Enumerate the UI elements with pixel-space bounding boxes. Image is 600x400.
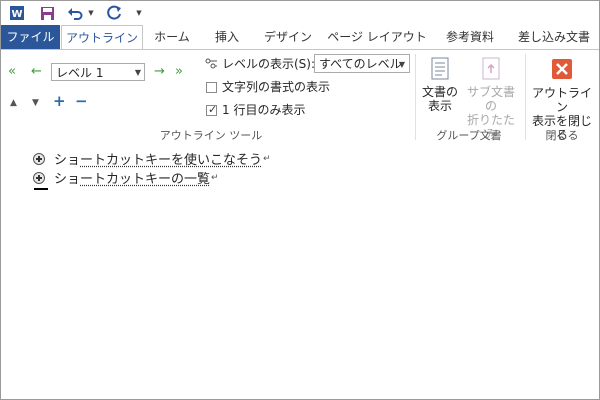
show-document-label-2: 表示 — [427, 99, 452, 113]
show-level-icon — [205, 58, 217, 68]
show-level-row: レベルの表示(S): — [205, 56, 315, 72]
tab-mailings[interactable]: 差し込み文書 — [511, 25, 597, 49]
collapse-subdocuments-icon — [482, 57, 500, 80]
outline-level-value: レベル 1 — [56, 66, 104, 80]
chevron-down-icon: ▼ — [134, 68, 141, 77]
word-app-icon[interactable]: W — [9, 4, 25, 22]
close-icon — [552, 59, 572, 79]
paragraph-mark: ↵ — [211, 172, 219, 183]
show-document-label-1: 文書の — [421, 85, 458, 99]
end-of-document-marker — [34, 188, 48, 190]
close-label-1: アウトライン — [531, 86, 592, 114]
show-formatting-label: 文字列の書式の表示 — [222, 80, 331, 94]
move-up-icon[interactable]: ▲ — [10, 96, 17, 110]
tab-design[interactable]: デザイン — [257, 25, 319, 49]
group-divider — [525, 54, 526, 140]
tab-insert[interactable]: 挿入 — [205, 25, 249, 49]
undo-icon[interactable] — [67, 4, 83, 22]
checkbox-checked[interactable]: ✓ — [206, 102, 218, 116]
svg-text:W: W — [11, 9, 22, 20]
ribbon: « ← レベル 1 ▼ → » ▲ ▼ + − レベルの表示(S): すべてのレ… — [1, 49, 599, 146]
chevron-down-icon: ▼ — [398, 60, 405, 69]
group-label-master-document: グループ文書 — [436, 129, 502, 142]
group-label-outline-tools: アウトライン ツール — [159, 129, 263, 142]
document-area[interactable]: ショ ートカットキーを使いこなそう ↵ ショ ートカットキーの一覧 ↵ — [1, 145, 599, 398]
heading-text-underlined: ートカットキーを使いこなそう — [80, 153, 263, 168]
show-formatting-checkbox[interactable]: 文字列の書式の表示 — [206, 79, 330, 95]
outline-level-select[interactable]: レベル 1 ▼ — [51, 63, 145, 81]
show-level-value: すべてのレベル — [319, 57, 402, 71]
tab-outline[interactable]: アウトライン — [61, 25, 143, 50]
tab-page-layout[interactable]: ページ レイアウト — [327, 25, 427, 49]
quick-access-toolbar: W ▼ ▼ — [1, 1, 599, 25]
promote-to-heading1-icon[interactable]: « — [8, 65, 16, 79]
save-icon[interactable] — [39, 4, 55, 22]
move-down-icon[interactable]: ▼ — [32, 96, 39, 110]
heading-text-prefix: ショ — [54, 153, 81, 168]
demote-icon[interactable]: → — [154, 65, 165, 79]
heading-text-underlined: ートカットキーの一覧 — [80, 172, 211, 187]
heading-text-prefix: ショ — [54, 172, 81, 187]
promote-icon[interactable]: ← — [31, 65, 42, 79]
undo-dropdown-icon[interactable]: ▼ — [87, 4, 95, 22]
first-line-only-label: 1 行目のみ表示 — [222, 103, 306, 117]
first-line-only-checkbox[interactable]: ✓ 1 行目のみ表示 — [206, 102, 305, 118]
checkmark-icon: ✓ — [208, 102, 218, 116]
customize-toolbar-icon[interactable]: ▼ — [135, 4, 143, 22]
tab-file[interactable]: ファイル — [1, 25, 60, 49]
expand-icon[interactable]: + — [53, 94, 66, 109]
demote-to-body-icon[interactable]: » — [175, 65, 183, 79]
group-divider — [415, 54, 416, 140]
show-level-label: レベルの表示(S): — [222, 57, 316, 71]
group-label-close: 閉じる — [545, 129, 579, 142]
expand-heading-icon[interactable] — [33, 171, 45, 184]
show-level-select[interactable]: すべてのレベル ▼ — [314, 54, 410, 73]
outline-heading[interactable]: ショ ートカットキーの一覧 ↵ — [33, 168, 219, 187]
tab-references[interactable]: 参考資料 — [435, 25, 505, 49]
ribbon-tabs: ファイル アウトライン ホーム 挿入 デザイン ページ レイアウト 参考資料 差… — [1, 25, 599, 50]
paragraph-mark: ↵ — [263, 153, 271, 164]
show-document-button[interactable]: 文書の 表示 — [419, 56, 461, 113]
checkbox-unchecked[interactable] — [206, 81, 217, 93]
show-document-icon — [431, 57, 449, 80]
repeat-icon[interactable] — [107, 4, 123, 22]
collapse-subdocs-label-1: サブ文書の — [466, 85, 515, 113]
expand-heading-icon[interactable] — [33, 152, 45, 165]
collapse-icon[interactable]: − — [75, 94, 88, 109]
tab-home[interactable]: ホーム — [147, 25, 197, 49]
outline-heading[interactable]: ショ ートカットキーを使いこなそう ↵ — [33, 149, 271, 168]
